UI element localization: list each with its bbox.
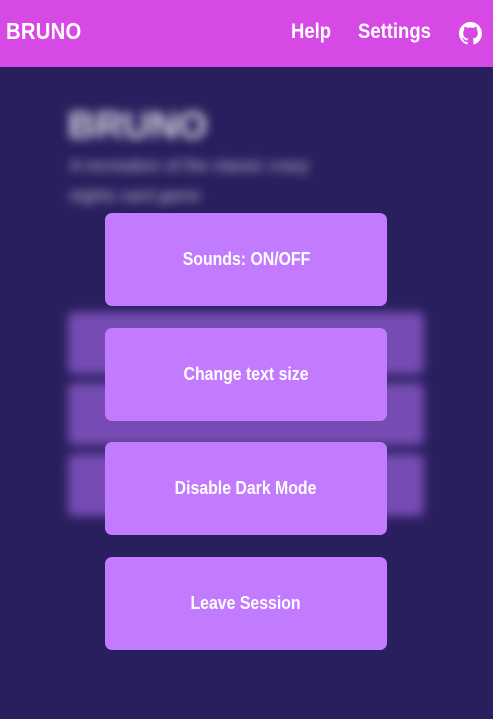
top-navbar: BRUNO Help Settings <box>0 0 493 67</box>
disable-dark-mode-button[interactable]: Disable Dark Mode <box>105 442 387 535</box>
background-description: A recreation of the classic crazy eights… <box>70 156 310 205</box>
help-link[interactable]: Help <box>291 20 331 44</box>
change-text-size-label: Change text size <box>183 364 309 384</box>
sounds-toggle-button[interactable]: Sounds: ON/OFF <box>105 213 387 306</box>
brand-logo[interactable]: BRUNO <box>6 18 82 45</box>
disable-dark-mode-label: Disable Dark Mode <box>175 478 317 498</box>
github-icon[interactable] <box>459 22 482 45</box>
change-text-size-button[interactable]: Change text size <box>105 328 387 421</box>
leave-session-label: Leave Session <box>190 593 302 613</box>
settings-link[interactable]: Settings <box>358 20 431 44</box>
background-title: BRUNO <box>68 105 208 147</box>
leave-session-button[interactable]: Leave Session <box>105 557 387 650</box>
sounds-toggle-label: Sounds: ON/OFF <box>182 249 310 269</box>
